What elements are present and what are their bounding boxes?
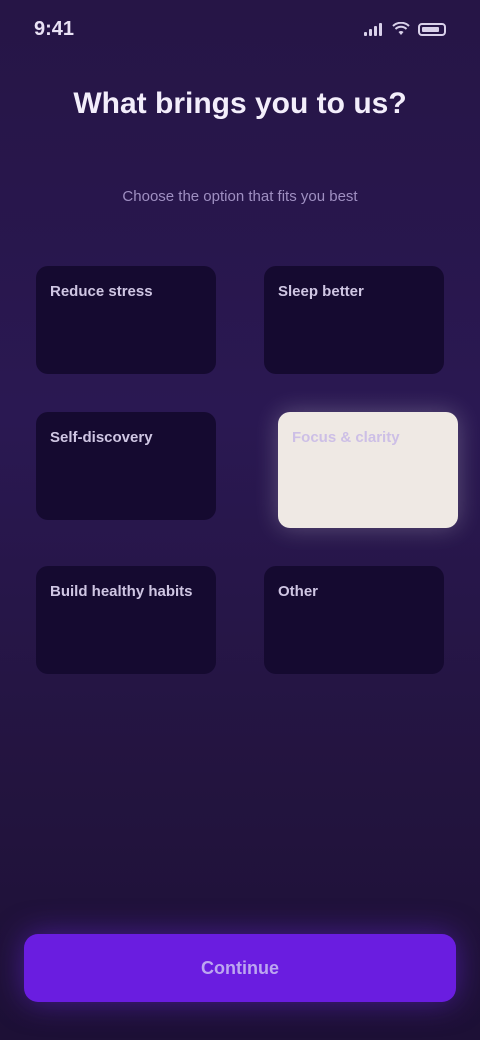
option-card-focus-selected[interactable]: Focus & clarity bbox=[278, 412, 458, 528]
option-card-self-discovery[interactable]: Self-discovery bbox=[36, 412, 216, 520]
page-title: What brings you to us? bbox=[73, 87, 407, 120]
option-label: Reduce stress bbox=[50, 283, 153, 300]
option-card-healthy-habits[interactable]: Build healthy habits bbox=[36, 566, 216, 674]
option-label: Self-discovery bbox=[50, 429, 153, 446]
wifi-icon bbox=[392, 22, 410, 35]
status-icons bbox=[364, 18, 446, 40]
page-subtitle: Choose the option that fits you best bbox=[122, 188, 358, 205]
option-label: Focus & clarity bbox=[292, 429, 400, 446]
continue-button[interactable]: Continue bbox=[24, 934, 456, 1002]
onboarding-screen: 9:41 What brings you to us? Choose the o… bbox=[0, 0, 480, 1040]
battery-icon bbox=[418, 22, 446, 36]
option-label: Build healthy habits bbox=[50, 583, 193, 600]
option-card-reduce-stress[interactable]: Reduce stress bbox=[36, 266, 216, 374]
status-time: 9:41 bbox=[34, 18, 75, 40]
signal-icon bbox=[364, 22, 384, 36]
status-bar: 9:41 bbox=[0, 0, 480, 60]
options-grid: Reduce stress Sleep better Self-discover… bbox=[36, 266, 458, 674]
option-card-sleep-better[interactable]: Sleep better bbox=[264, 266, 444, 374]
option-label: Other bbox=[278, 583, 319, 600]
option-label: Sleep better bbox=[278, 283, 364, 300]
option-card-other[interactable]: Other bbox=[264, 566, 444, 674]
